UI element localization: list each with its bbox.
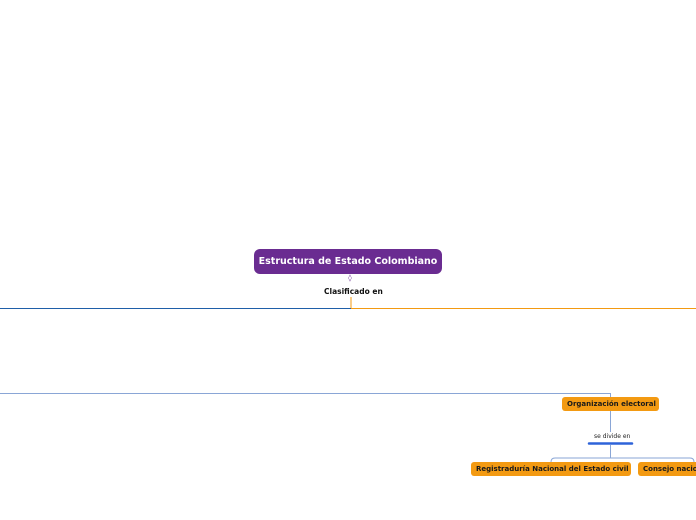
mind-map-canvas: Estructura de Estado Colombiano ◊ Clasif… xyxy=(0,0,696,520)
divide-link-label: se divide en xyxy=(594,433,631,440)
collapse-handle-icon[interactable]: ◊ xyxy=(346,274,354,282)
node-organizacion-electoral[interactable]: Organización electoral xyxy=(562,397,659,411)
node-consejo-nacional-electoral[interactable]: Consejo nacional electoral xyxy=(638,462,696,476)
root-link-label: Clasificado en xyxy=(324,287,383,296)
root-node[interactable]: Estructura de Estado Colombiano xyxy=(254,249,442,274)
node-registraduria[interactable]: Registraduría Nacional del Estado civil xyxy=(471,462,631,476)
